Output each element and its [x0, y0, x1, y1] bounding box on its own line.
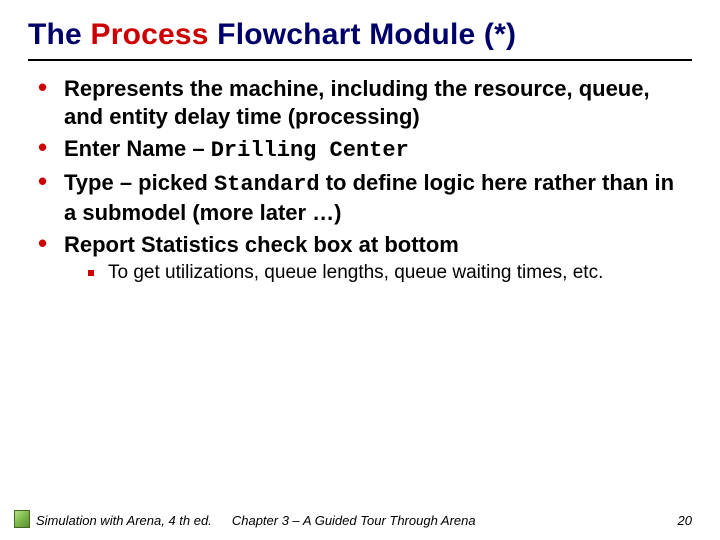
slide: The Process Flowchart Module (*) Represe… [0, 0, 720, 540]
slide-footer: Simulation with Arena, 4 th ed. Chapter … [0, 510, 720, 528]
bullet-text: Represents the machine, including the re… [64, 76, 650, 129]
code-text: Drilling Center [211, 138, 409, 163]
bullet-list: Represents the machine, including the re… [28, 75, 692, 287]
book-cover-icon [14, 510, 30, 528]
title-text-pre: The [28, 18, 90, 51]
bullet-text: Enter Name – [64, 136, 211, 161]
footer-chapter: Chapter 3 – A Guided Tour Through Arena [232, 513, 476, 528]
title-text-post: Flowchart Module (*) [209, 18, 517, 51]
bullet-text: Type – picked [64, 170, 214, 195]
title-accent: Process [90, 18, 208, 51]
sub-bullet-item: To get utilizations, queue lengths, queu… [88, 261, 686, 286]
bullet-item: Enter Name – Drilling Center [38, 135, 686, 165]
title-rule [28, 59, 692, 61]
bullet-text: Report Statistics check box at bottom [64, 232, 459, 257]
page-number: 20 [678, 513, 692, 528]
code-text: Standard [214, 172, 320, 197]
footer-book-title: Simulation with Arena, 4 th ed. [36, 513, 212, 528]
bullet-item: Report Statistics check box at bottom To… [38, 231, 686, 286]
bullet-item: Represents the machine, including the re… [38, 75, 686, 131]
bullet-item: Type – picked Standard to define logic h… [38, 169, 686, 227]
sub-bullet-text: To get utilizations, queue lengths, queu… [108, 262, 603, 283]
slide-title: The Process Flowchart Module (*) [28, 18, 692, 53]
sub-bullet-list: To get utilizations, queue lengths, queu… [64, 261, 686, 286]
